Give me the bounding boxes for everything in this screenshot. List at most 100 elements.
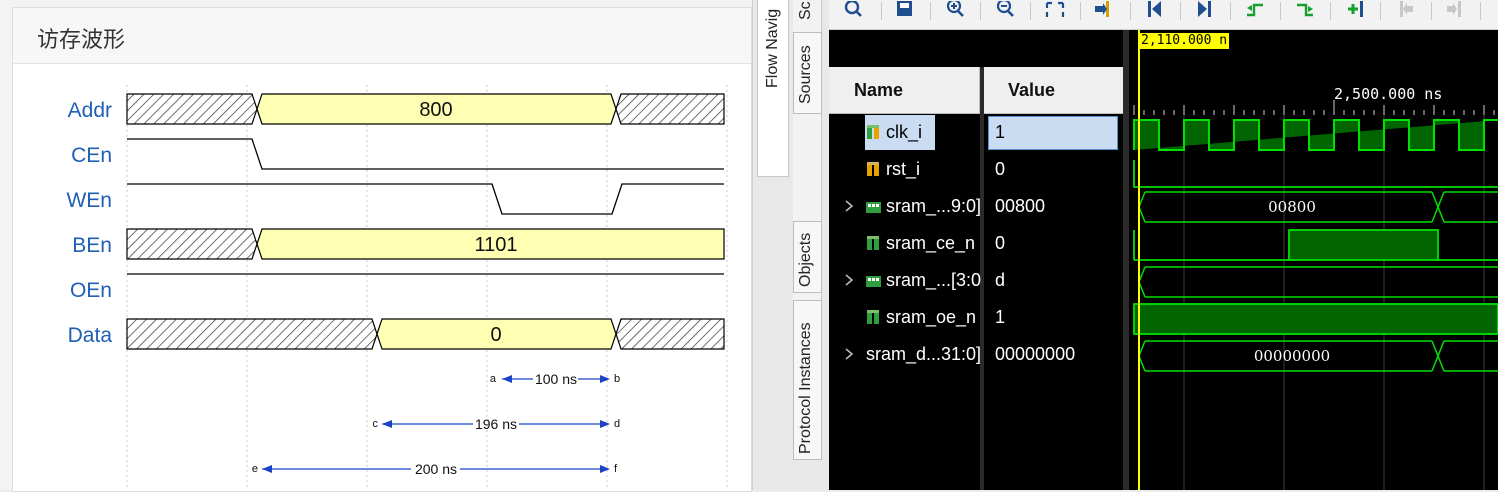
next-marker-icon[interactable] bbox=[1445, 1, 1465, 21]
bus-signal-icon bbox=[866, 276, 881, 287]
bit-signal-icon bbox=[867, 162, 879, 176]
signal-row-clk[interactable]: clk_i 1 bbox=[829, 114, 1123, 151]
sram-data-bus-value: 00000000 bbox=[1254, 347, 1330, 365]
toolbar-separator bbox=[930, 2, 931, 20]
flow-navigator-strip: Flow Navig bbox=[757, 0, 789, 177]
signal-row-sram-be[interactable]: sram_...[3:0 d bbox=[829, 262, 1123, 299]
signal-row-sram-ce-n[interactable]: sram_ce_n 0 bbox=[829, 225, 1123, 262]
value-column-header[interactable]: Value bbox=[984, 67, 1123, 114]
sram-oe-n-waveform bbox=[1133, 303, 1498, 335]
signal-label-ben: BEn bbox=[72, 234, 112, 257]
annotation-e-f: e f 200 ns bbox=[252, 461, 618, 477]
mark-c: c bbox=[373, 418, 379, 430]
zoom-in-icon[interactable] bbox=[945, 1, 965, 21]
signal-value: 00000000 bbox=[995, 344, 1076, 364]
signal-label-wen: WEn bbox=[66, 189, 112, 212]
signal-value: 1 bbox=[995, 122, 1006, 142]
chevron-right-icon[interactable] bbox=[843, 272, 855, 288]
signal-name: sram_d...31:0] bbox=[866, 344, 982, 364]
side-tab-bar: Flow Navig Sc Sources Objects Protocol I… bbox=[752, 0, 830, 490]
data-wave bbox=[126, 318, 725, 350]
signal-row-sram-data[interactable]: sram_d...31:0] 00000000 bbox=[829, 336, 1123, 373]
signal-name: clk_i bbox=[886, 122, 923, 142]
chevron-right-icon[interactable] bbox=[843, 198, 855, 214]
zoom-out-icon[interactable] bbox=[995, 1, 1015, 21]
search-icon[interactable] bbox=[843, 1, 863, 21]
signal-label-cen: CEn bbox=[71, 144, 112, 167]
toolbar-separator bbox=[1380, 2, 1381, 20]
document-panel: 访存波形 Addr CEn WEn BEn OEn Data 800 1101 … bbox=[0, 0, 752, 492]
toolbar-separator bbox=[1480, 2, 1481, 20]
mark-b: b bbox=[614, 373, 620, 385]
bus-signal-icon bbox=[866, 202, 881, 213]
addr-value: 800 bbox=[419, 99, 452, 121]
bit-signal-icon bbox=[867, 125, 879, 139]
save-icon[interactable] bbox=[895, 1, 915, 21]
next-transition-icon[interactable] bbox=[1295, 1, 1315, 21]
go-to-cursor-icon[interactable] bbox=[1093, 1, 1113, 21]
go-to-start-icon[interactable] bbox=[1145, 1, 1165, 21]
zoom-fit-icon[interactable] bbox=[1045, 1, 1065, 21]
signal-value: 1 bbox=[995, 307, 1006, 327]
signal-value: 0 bbox=[995, 159, 1006, 179]
mark-d: d bbox=[614, 418, 620, 430]
signal-label-addr: Addr bbox=[68, 99, 112, 122]
sram-ce-n-high-segment bbox=[1288, 229, 1439, 261]
toolbar-separator bbox=[1230, 2, 1231, 20]
tab-objects[interactable]: Objects bbox=[797, 233, 815, 287]
bit-signal-icon bbox=[867, 236, 879, 250]
signal-name: sram_ce_n bbox=[886, 233, 976, 253]
waveform-toolbar bbox=[829, 0, 1498, 30]
go-to-end-icon[interactable] bbox=[1195, 1, 1215, 21]
annotation-a-b: a b 100 ns bbox=[490, 371, 620, 387]
toolbar-separator bbox=[1030, 2, 1031, 20]
data-value: 0 bbox=[490, 324, 501, 346]
rst-waveform bbox=[1133, 160, 1498, 188]
toolbar-separator bbox=[1080, 2, 1081, 20]
signal-value: 0 bbox=[995, 233, 1006, 253]
sram-be-waveform bbox=[1138, 266, 1498, 298]
annotation-label: 200 ns bbox=[415, 461, 457, 477]
sram-addr-waveform bbox=[1138, 191, 1498, 223]
previous-transition-icon[interactable] bbox=[1245, 1, 1265, 21]
clk-waveform bbox=[1133, 119, 1498, 151]
signal-row-sram-oe-n[interactable]: sram_oe_n 1 bbox=[829, 299, 1123, 336]
ben-value: 1101 bbox=[474, 234, 517, 256]
annotation-c-d: c d 196 ns bbox=[373, 416, 621, 432]
tab-flow-navigator[interactable]: Flow Navig bbox=[764, 9, 782, 88]
ben-wave bbox=[126, 228, 725, 260]
name-column-header[interactable]: Name bbox=[829, 67, 980, 114]
toolbar-separator bbox=[1280, 2, 1281, 20]
signal-value: 00800 bbox=[995, 196, 1046, 216]
waveform-canvas[interactable]: 2,500.000 ns 00800 00000000 bbox=[1129, 30, 1498, 490]
signal-row-sram-addr[interactable]: sram_...9:0] 00800 bbox=[829, 188, 1123, 225]
sources-strip: Sc Sources Objects Protocol Instances bbox=[793, 0, 822, 460]
mark-f: f bbox=[614, 463, 618, 475]
ruler-label: 2,500.000 ns bbox=[1334, 85, 1442, 103]
add-marker-icon[interactable] bbox=[1345, 1, 1365, 21]
wen-wave bbox=[127, 183, 724, 215]
toolbar-separator bbox=[1431, 2, 1432, 20]
bit-signal-icon bbox=[867, 310, 879, 324]
timing-diagram: Addr CEn WEn BEn OEn Data 800 1101 0 a b… bbox=[66, 85, 728, 490]
tab-sources-cut[interactable]: Sc bbox=[797, 1, 815, 20]
toolbar-separator bbox=[980, 2, 981, 20]
previous-marker-icon[interactable] bbox=[1397, 1, 1417, 21]
wave-grid bbox=[1183, 110, 1485, 490]
toolbar-separator bbox=[881, 2, 882, 20]
tab-protocol-instances[interactable]: Protocol Instances bbox=[797, 322, 815, 454]
tab-sources[interactable]: Sources bbox=[797, 45, 815, 104]
signal-name: sram_oe_n bbox=[886, 307, 977, 327]
toolbar-separator bbox=[1130, 2, 1131, 20]
signal-row-rst[interactable]: rst_i 0 bbox=[829, 151, 1123, 188]
signal-name: sram_...9:0] bbox=[886, 196, 982, 216]
signal-label-oen: OEn bbox=[70, 279, 112, 302]
cen-wave bbox=[127, 138, 724, 170]
annotation-label: 100 ns bbox=[535, 371, 577, 387]
toolbar-separator bbox=[1330, 2, 1331, 20]
chevron-right-icon[interactable] bbox=[843, 346, 855, 362]
waveform-window: Name Value clk_i 1 rst_i 0 sram_...9:0] … bbox=[829, 0, 1498, 490]
name-header-label: Name bbox=[854, 80, 904, 100]
timing-grid bbox=[126, 85, 728, 490]
signal-name: rst_i bbox=[886, 159, 921, 179]
